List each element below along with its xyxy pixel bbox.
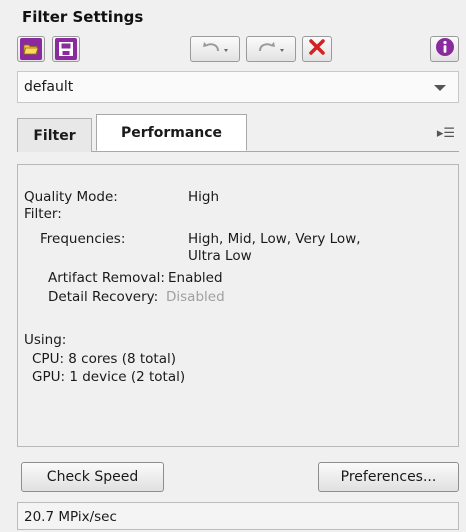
tab-filter[interactable]: Filter — [17, 118, 92, 152]
save-preset-button[interactable] — [52, 36, 80, 62]
tab-performance[interactable]: Performance — [96, 114, 247, 151]
undo-icon — [198, 39, 232, 59]
processing-speed: 20.7 MPix/sec — [24, 509, 117, 525]
preset-value: default — [24, 79, 74, 95]
detail-recovery-label: Detail Recovery: — [48, 289, 159, 305]
filter-label: Filter: — [24, 206, 62, 222]
preset-dropdown[interactable]: default — [17, 71, 459, 103]
frequencies-value: High, Mid, Low, Very Low, — [188, 231, 361, 247]
quality-mode-label: Quality Mode: — [24, 189, 118, 205]
undo-button[interactable] — [190, 36, 240, 62]
artifact-removal-value: Enabled — [168, 270, 223, 286]
chevron-down-icon — [434, 85, 446, 91]
redo-icon — [254, 39, 288, 59]
save-disk-icon — [55, 38, 77, 60]
check-speed-button[interactable]: Check Speed — [21, 462, 164, 492]
gpu-info: GPU: 1 device (2 total) — [32, 369, 186, 385]
red-x-icon — [308, 38, 326, 60]
frequencies-value-cont: Ultra Low — [188, 248, 252, 264]
status-bar: 20.7 MPix/sec — [17, 502, 459, 530]
performance-info-box: Quality Mode: High Filter: Frequencies: … — [17, 164, 459, 447]
open-preset-button[interactable] — [17, 36, 45, 62]
preferences-button[interactable]: Preferences... — [318, 462, 459, 492]
quality-mode-value: High — [188, 189, 220, 205]
filter-settings-panel: Filter Settings default Filter Performan… — [0, 0, 466, 532]
tab-menu-icon[interactable]: ▸☰ — [437, 126, 455, 141]
frequencies-label: Frequencies: — [40, 231, 126, 247]
cpu-info: CPU: 8 cores (8 total) — [32, 351, 177, 367]
reset-button[interactable] — [302, 36, 332, 62]
detail-recovery-value: Disabled — [166, 289, 225, 305]
folder-open-icon — [20, 38, 42, 60]
panel-title: Filter Settings — [22, 8, 144, 26]
info-button[interactable] — [430, 36, 459, 62]
info-icon — [435, 37, 455, 61]
artifact-removal-label: Artifact Removal: — [48, 270, 165, 286]
tab-strip: Filter Performance ▸☰ — [17, 114, 459, 152]
using-label: Using: — [24, 332, 67, 348]
redo-button[interactable] — [246, 36, 296, 62]
